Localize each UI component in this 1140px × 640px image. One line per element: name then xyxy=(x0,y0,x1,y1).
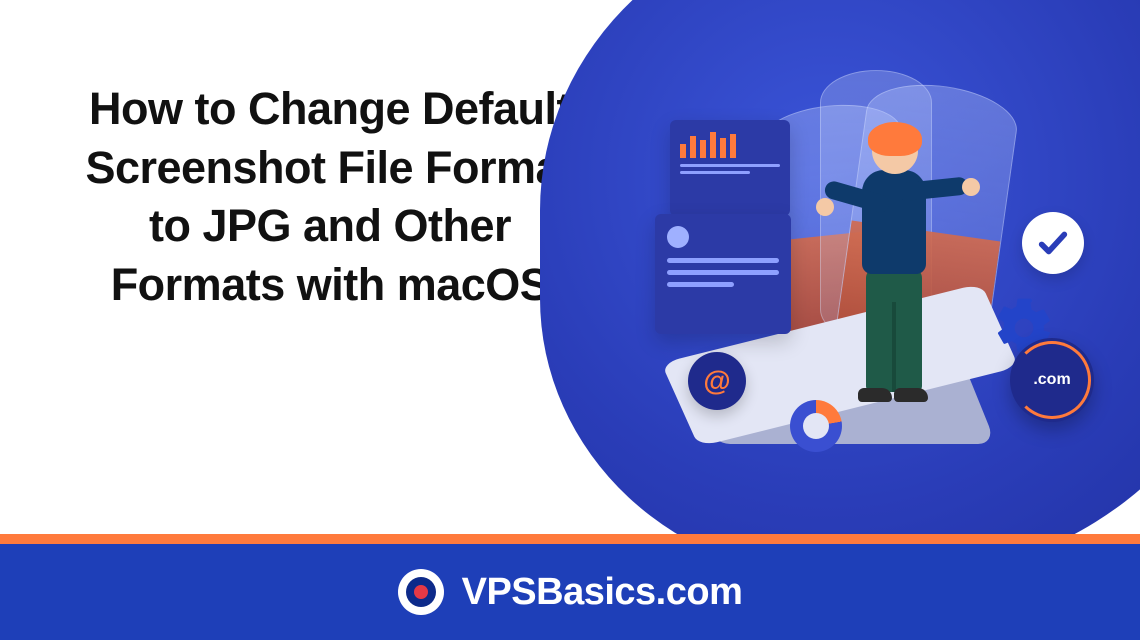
at-symbol-badge-icon: @ xyxy=(688,352,746,410)
promo-card: How to Change Default Screenshot File Fo… xyxy=(0,0,1140,640)
footer-accent-bar xyxy=(0,534,1140,544)
checkmark-badge-icon xyxy=(1022,212,1084,274)
dot-com-badge-icon: .com xyxy=(1010,338,1094,422)
donut-chart-icon xyxy=(790,400,842,452)
brand-name: VPSBasics.com xyxy=(462,571,743,614)
person-illustration-icon xyxy=(838,128,958,418)
footer-bar: VPSBasics.com xyxy=(0,544,1140,640)
profile-card-icon xyxy=(655,214,791,334)
bar-chart-card-icon xyxy=(670,120,790,216)
brand-logo-icon xyxy=(398,569,444,615)
dot-com-label: .com xyxy=(1033,371,1070,389)
avatar-icon xyxy=(667,226,689,248)
page-title: How to Change Default Screenshot File Fo… xyxy=(80,80,580,314)
